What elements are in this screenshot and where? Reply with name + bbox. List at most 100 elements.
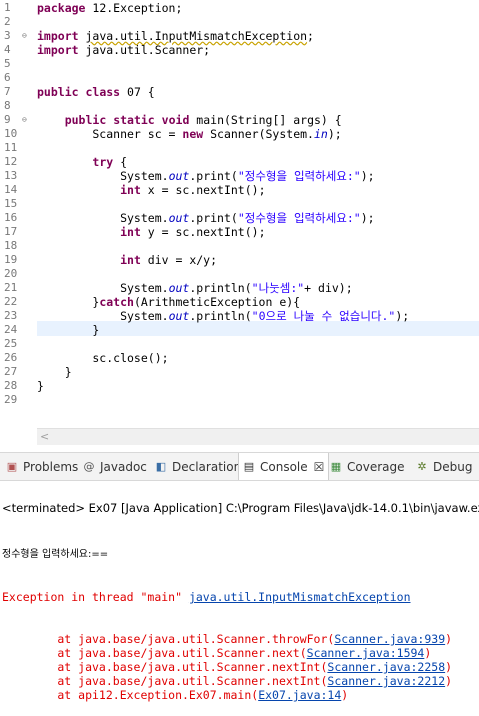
coverage-icon: ▦ xyxy=(330,459,342,473)
line-number: 4 xyxy=(4,43,11,56)
console-icon: ▤ xyxy=(243,459,255,473)
code-line[interactable]: System.out.print("정수형을 입력하세요:"); xyxy=(37,169,375,183)
code-line[interactable]: } xyxy=(37,323,99,337)
line-number: 5 xyxy=(4,57,11,70)
console-input-marker: == xyxy=(91,549,109,560)
line-number: 14 xyxy=(4,183,18,196)
trace-source-link[interactable]: Scanner.java:2212 xyxy=(327,674,445,688)
code-line[interactable]: } xyxy=(37,379,44,393)
line-number: 16 xyxy=(4,211,18,224)
tab-declaration[interactable]: ◧ Declaration xyxy=(151,453,245,480)
code-line[interactable]: import java.util.InputMismatchException; xyxy=(37,29,314,43)
line-number: 19 xyxy=(4,253,18,266)
declaration-icon: ◧ xyxy=(155,459,167,473)
fold-toggle-icon[interactable]: ⊖ xyxy=(22,31,27,40)
tab-label: Console xyxy=(260,459,308,474)
line-number: 12 xyxy=(4,155,18,168)
exception-prefix: Exception in thread "main" xyxy=(2,590,189,604)
tab-label: Javadoc xyxy=(100,459,147,474)
trace-source-link[interactable]: Scanner.java:939 xyxy=(334,632,445,646)
line-number-gutter: 1 2 3 ⊖ 4 5 6 7 8 9 ⊖ 10 11 12 13 14 15 16 17 18 19 20 21 22 23 2… xyxy=(0,0,30,428)
stack-trace: at java.base/java.util.Scanner.throwFor(… xyxy=(2,632,479,702)
exception-line: Exception in thread "main" java.util.Inp… xyxy=(2,590,479,604)
line-number: 6 xyxy=(4,71,11,84)
line-number: 27 xyxy=(4,365,18,378)
stack-trace-row: at java.base/java.util.Scanner.throwFor(… xyxy=(2,632,479,646)
tab-label: Debug xyxy=(433,459,473,474)
tab-debug[interactable]: ✲ Debug xyxy=(412,453,476,480)
line-number: 13 xyxy=(4,169,18,182)
tab-label: Coverage xyxy=(347,459,405,474)
code-line[interactable]: }catch(ArithmeticException e){ xyxy=(37,295,300,309)
scroll-left-icon[interactable]: < xyxy=(40,430,49,443)
tab-coverage[interactable]: ▦ Coverage xyxy=(326,453,409,480)
trace-frame-end: ) xyxy=(341,688,349,702)
line-number: 7 xyxy=(4,85,11,98)
code-line[interactable]: int y = sc.nextInt(); xyxy=(37,225,265,239)
line-number: 23 xyxy=(4,309,18,322)
debug-icon: ✲ xyxy=(417,459,427,473)
line-number: 20 xyxy=(4,267,18,280)
close-icon[interactable]: ☒ xyxy=(314,460,325,474)
line-number: 22 xyxy=(4,295,18,308)
exception-class-link[interactable]: java.util.InputMismatchException xyxy=(189,590,411,604)
code-line[interactable]: sc.close(); xyxy=(37,351,168,365)
trace-frame-end: ) xyxy=(445,674,453,688)
trace-frame-end: ) xyxy=(445,632,453,646)
code-line[interactable]: package 12.Exception; xyxy=(37,1,182,15)
code-line[interactable]: int x = sc.nextInt(); xyxy=(37,183,265,197)
console-status-line: <terminated> Ex07 [Java Application] C:\… xyxy=(2,501,479,515)
line-number: 15 xyxy=(4,197,18,210)
trace-source-link[interactable]: Ex07.java:14 xyxy=(258,688,341,702)
tab-label: Declaration xyxy=(172,459,242,474)
line-number: 10 xyxy=(4,127,18,140)
stack-trace-row: at api12.Exception.Ex07.main(Ex07.java:1… xyxy=(2,688,479,702)
code-line[interactable]: System.out.print("정수형을 입력하세요:"); xyxy=(37,211,375,225)
console-prompt: 정수형을 입력하세요: xyxy=(2,549,92,560)
line-number: 11 xyxy=(4,141,18,154)
problems-icon: ▣ xyxy=(6,459,18,473)
trace-source-link[interactable]: Scanner.java:2258 xyxy=(327,660,445,674)
line-number: 29 xyxy=(4,393,18,406)
current-line-highlight xyxy=(37,321,479,336)
code-line[interactable]: System.out.println("나눗셈:"+ div); xyxy=(37,281,353,295)
code-line[interactable]: System.out.println("0으로 나눌 수 없습니다."); xyxy=(37,309,409,323)
tab-label: Problems xyxy=(23,459,79,474)
line-number: 21 xyxy=(4,281,18,294)
trace-frame: at java.base/java.util.Scanner.throwFor( xyxy=(2,632,335,646)
line-number: 17 xyxy=(4,225,18,238)
bottom-panel-tabbar: ▣ Problems @ Javadoc ◧ Declaration ▤ Console ☒ ▦ C… xyxy=(0,452,479,481)
tab-problems[interactable]: ▣ Problems xyxy=(2,453,82,480)
line-number: 28 xyxy=(4,379,18,392)
line-number: 8 xyxy=(4,99,11,112)
line-number: 24 xyxy=(4,323,18,336)
trace-frame: at java.base/java.util.Scanner.nextInt( xyxy=(2,660,328,674)
code-line[interactable]: try { xyxy=(37,155,127,169)
code-line[interactable]: import java.util.Scanner; xyxy=(37,43,210,57)
trace-source-link[interactable]: Scanner.java:1594 xyxy=(307,646,425,660)
horizontal-scrollbar[interactable]: < xyxy=(37,428,479,445)
stack-trace-row: at java.base/java.util.Scanner.nextInt(S… xyxy=(2,660,479,674)
fold-toggle-icon[interactable]: ⊖ xyxy=(22,115,27,124)
line-number: 2 xyxy=(4,15,11,28)
code-line[interactable]: } xyxy=(37,365,72,379)
code-line[interactable]: int div = x/y; xyxy=(37,253,217,267)
trace-frame: at java.base/java.util.Scanner.next( xyxy=(2,646,307,660)
line-number: 18 xyxy=(4,239,18,252)
console-output: 정수형을 입력하세요:== Exception in thread "main"… xyxy=(2,518,479,716)
stack-trace-row: at java.base/java.util.Scanner.next(Scan… xyxy=(2,646,479,660)
trace-frame-end: ) xyxy=(445,660,453,674)
code-line[interactable]: Scanner sc = new Scanner(System.in); xyxy=(37,127,341,141)
tab-javadoc[interactable]: @ Javadoc xyxy=(79,453,151,480)
javadoc-icon: @ xyxy=(83,459,95,473)
tab-console[interactable]: ▤ Console ☒ xyxy=(238,453,330,480)
line-number: 26 xyxy=(4,351,18,364)
trace-frame: at api12.Exception.Ex07.main( xyxy=(2,688,259,702)
trace-frame-end: ) xyxy=(424,646,432,660)
code-editor[interactable]: 1 2 3 ⊖ 4 5 6 7 8 9 ⊖ 10 11 12 13 14 15 16 17 18 19 20 21 22 23 2… xyxy=(0,0,479,428)
stack-trace-row: at java.base/java.util.Scanner.nextInt(S… xyxy=(2,674,479,688)
code-line[interactable]: public static void main(String[] args) { xyxy=(37,113,342,127)
code-line[interactable]: public class 07 { xyxy=(37,85,155,99)
console-input-line: 정수형을 입력하세요:== xyxy=(2,546,479,562)
line-number: 25 xyxy=(4,337,18,350)
